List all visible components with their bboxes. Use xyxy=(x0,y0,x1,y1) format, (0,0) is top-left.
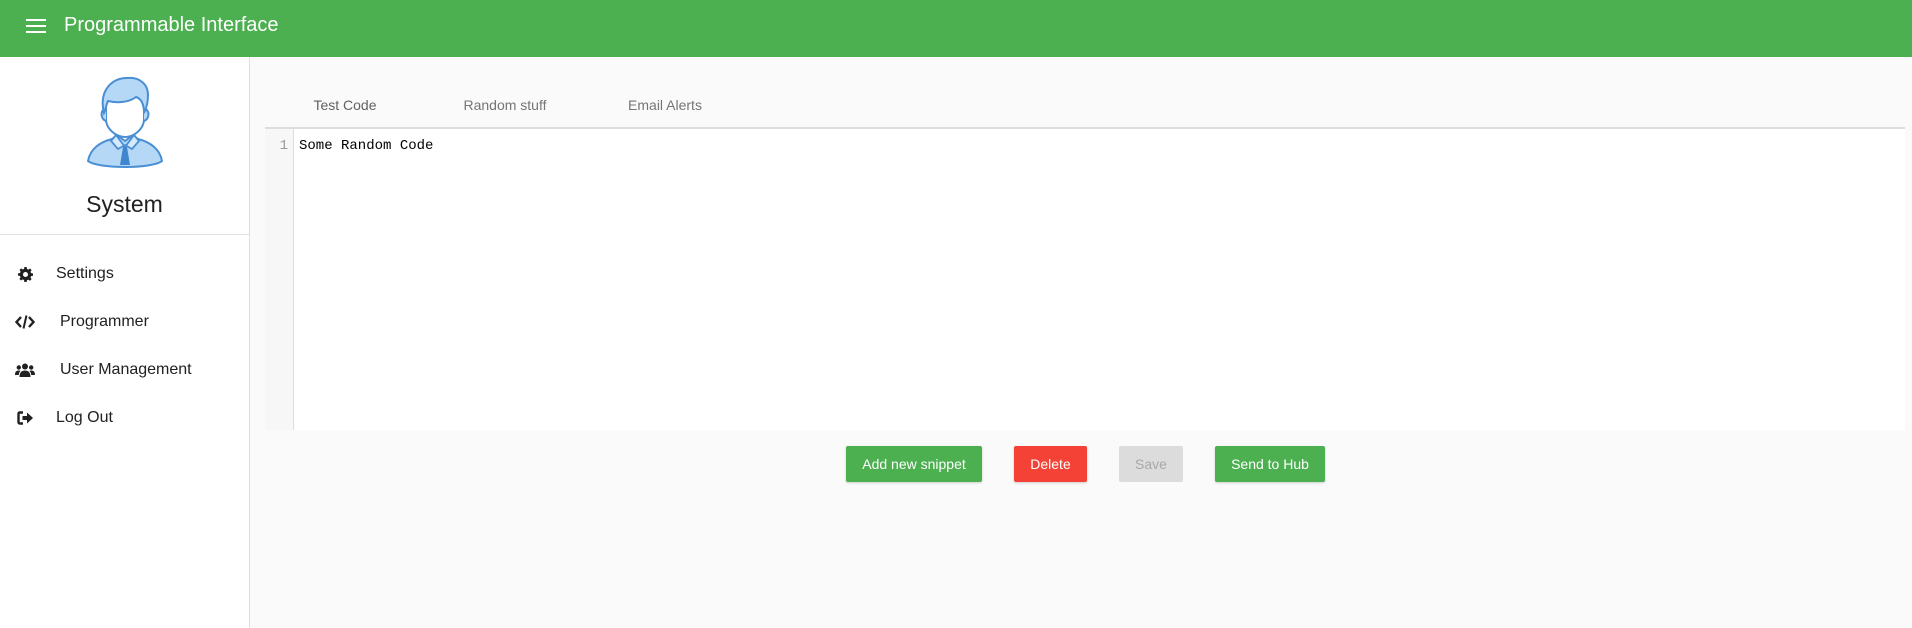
sidebar-item-user-management[interactable]: User Management xyxy=(0,350,249,390)
line-number: 1 xyxy=(279,138,288,154)
main-content: Test Code Random stuff Email Alerts 1 So… xyxy=(250,57,1912,628)
app-header: Programmable Interface xyxy=(0,0,1912,57)
sidebar-item-programmer[interactable]: Programmer xyxy=(0,302,249,342)
tab-random-stuff[interactable]: Random stuff xyxy=(425,83,585,129)
snippet-tabs: Test Code Random stuff Email Alerts xyxy=(265,83,1905,131)
delete-button[interactable]: Delete xyxy=(1014,446,1087,482)
sidebar-item-settings[interactable]: Settings xyxy=(0,254,249,294)
sidebar-divider xyxy=(0,234,249,235)
tab-test-code[interactable]: Test Code xyxy=(265,83,425,131)
hamburger-menu-icon[interactable] xyxy=(26,19,46,33)
action-bar: Add new snippet Delete Save Send to Hub xyxy=(250,446,1912,482)
hamburger-bar xyxy=(26,19,46,21)
profile-name: System xyxy=(86,191,163,217)
users-icon xyxy=(15,362,35,378)
app-title: Programmable Interface xyxy=(64,14,279,36)
add-new-snippet-button[interactable]: Add new snippet xyxy=(846,446,982,482)
sidebar-item-label: Log Out xyxy=(56,409,113,426)
hamburger-bar xyxy=(26,31,46,33)
sidebar-item-label: User Management xyxy=(60,361,192,378)
sidebar-item-label: Programmer xyxy=(60,313,149,330)
sidebar-item-label: Settings xyxy=(56,265,114,282)
tab-email-alerts[interactable]: Email Alerts xyxy=(585,83,745,129)
save-button[interactable]: Save xyxy=(1119,446,1183,482)
code-line[interactable]: Some Random Code xyxy=(299,137,433,155)
send-to-hub-button[interactable]: Send to Hub xyxy=(1215,446,1325,482)
code-icon xyxy=(15,314,35,330)
sidebar: System Settings Programmer User Manageme… xyxy=(0,57,250,628)
sign-out-icon xyxy=(15,410,35,426)
hamburger-bar xyxy=(26,25,46,27)
line-number-gutter: 1 xyxy=(265,129,294,430)
sidebar-item-log-out[interactable]: Log Out xyxy=(0,398,249,438)
gear-icon xyxy=(15,266,35,282)
code-editor[interactable]: 1 Some Random Code xyxy=(265,129,1905,430)
user-avatar-icon xyxy=(86,76,164,168)
